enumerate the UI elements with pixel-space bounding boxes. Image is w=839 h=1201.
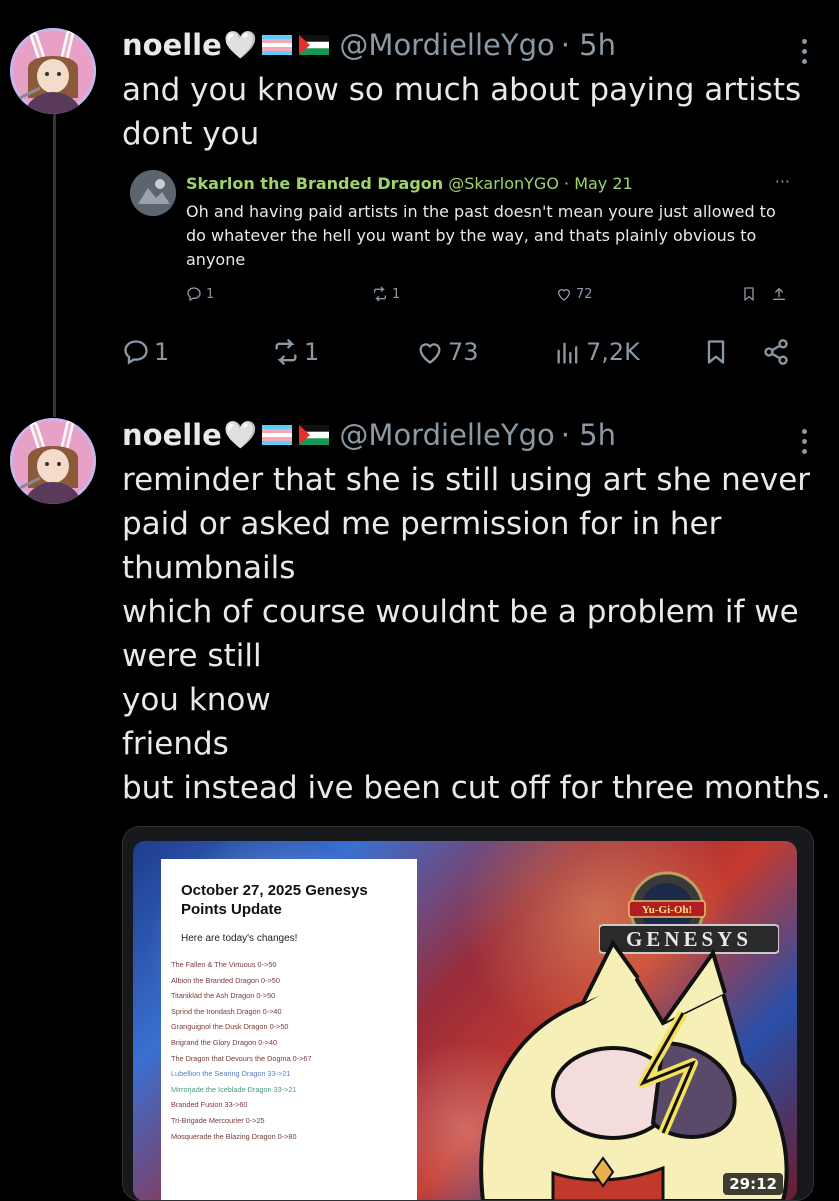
share-icon — [762, 338, 790, 366]
post-time[interactable]: · 5h — [561, 418, 616, 452]
quoted-author-name: Skarlon the Branded Dragon — [186, 174, 444, 193]
quoted-author-handle: @SkarlonYGO — [448, 174, 559, 193]
notice-item: Titaniklad the Ash Dragon 0->50 — [171, 991, 276, 1001]
video-duration: 29:12 — [723, 1173, 783, 1195]
bookmark-icon — [741, 286, 757, 302]
quoted-repost-button[interactable]: 1 — [372, 286, 400, 302]
notice-item: Albion the Branded Dragon 0->50 — [171, 975, 280, 985]
white-heart-emoji: 🤍 — [223, 30, 258, 61]
post-text-line: paid or asked me permission for in her — [122, 506, 722, 542]
avatar-image — [10, 28, 96, 114]
trans-flag-icon — [260, 35, 294, 55]
notice-title-line: October 27, 2025 Genesys — [181, 882, 368, 899]
like-icon — [556, 286, 572, 302]
bookmark-button[interactable] — [702, 338, 730, 366]
logo-top-text: Yu-Gi-Oh! — [642, 904, 692, 916]
quoted-text: Oh and having paid artists in the past d… — [186, 200, 786, 272]
palestine-flag-icon — [297, 35, 331, 55]
notice-item: Lubellion the Searing Dragon 33->21 — [171, 1069, 291, 1079]
bookmark-icon — [702, 338, 730, 366]
repost-count: 1 — [304, 338, 320, 366]
quoted-more-icon[interactable]: ··· — [775, 172, 790, 191]
quoted-text-line: anyone — [186, 250, 246, 269]
post-text-line: dont you — [122, 116, 260, 152]
notice-subtitle: Here are today's changes! — [181, 933, 298, 944]
notice-item: The Fallen & The Virtuous 0->50 — [171, 960, 277, 969]
post-text-line: you know — [122, 682, 271, 718]
notice-item: Branded Fusion 33->60 — [171, 1100, 248, 1110]
like-count: 73 — [448, 338, 479, 366]
avatar[interactable] — [10, 418, 96, 504]
notice-item: Granguignol the Dusk Dragon 0->50 — [171, 1022, 289, 1032]
quoted-reply-button[interactable]: 1 — [186, 286, 214, 302]
notice-item: Tri-Brigade Mercourier 0->25 — [171, 1115, 265, 1125]
post-text-line: friends — [122, 726, 229, 762]
views-button[interactable]: 7,2K — [554, 338, 640, 366]
post-time[interactable]: · 5h — [561, 28, 616, 62]
quoted-post[interactable]: Skarlon the Branded Dragon @SkarlonYGO ·… — [122, 158, 802, 323]
quoted-like-count: 72 — [576, 286, 593, 302]
repost-icon — [272, 338, 300, 366]
repost-button[interactable]: 1 — [272, 338, 319, 366]
notice-title: October 27, 2025 Genesys Points Update — [181, 881, 368, 919]
quoted-text-line: Oh and having paid artists in the past d… — [186, 202, 776, 221]
post-actions: 1 1 73 7,2K — [122, 338, 802, 378]
quoted-bookmark-button[interactable] — [741, 286, 757, 302]
more-icon[interactable] — [802, 424, 807, 459]
quoted-avatar[interactable] — [130, 170, 176, 216]
reply-icon — [186, 286, 202, 302]
quoted-avatar-image — [130, 170, 176, 216]
quoted-repost-count: 1 — [392, 286, 401, 302]
avatar[interactable] — [10, 28, 96, 114]
repost-icon — [372, 286, 388, 302]
views-icon — [554, 338, 582, 366]
notice-item: Sprind the Irondash Dragon 0->40 — [171, 1006, 282, 1016]
points-update-notice: October 27, 2025 Genesys Points Update H… — [161, 859, 417, 1200]
post-header: noelle 🤍 @MordielleYgo · 5h — [122, 418, 616, 452]
trans-flag-icon — [260, 425, 294, 445]
white-heart-emoji: 🤍 — [223, 420, 258, 451]
notice-title-line: Points Update — [181, 901, 282, 918]
reply-button[interactable]: 1 — [122, 338, 169, 366]
post-header: noelle 🤍 @MordielleYgo · 5h — [122, 28, 616, 62]
video-card[interactable]: October 27, 2025 Genesys Points Update H… — [122, 826, 814, 1201]
quoted-time: · May 21 — [564, 174, 633, 193]
more-icon[interactable] — [802, 34, 807, 69]
notice-list: The Fallen & The Virtuous 0->50 Albion t… — [171, 957, 312, 1144]
author-handle[interactable]: @MordielleYgo — [339, 28, 554, 62]
thread-line — [53, 112, 56, 417]
mascot-drawing — [479, 939, 789, 1200]
quoted-like-button[interactable]: 72 — [556, 286, 593, 302]
like-button[interactable]: 73 — [416, 338, 479, 366]
post-text-line: but instead ive been cut off for three m… — [122, 770, 831, 806]
share-button[interactable] — [762, 338, 790, 366]
author-name[interactable]: noelle — [122, 418, 222, 452]
post-text-line: were still — [122, 638, 262, 674]
reply-icon — [122, 338, 150, 366]
post-text: and you know so much about paying artist… — [122, 68, 801, 156]
quoted-text-line: do whatever the hell you want by the way… — [186, 226, 757, 245]
palestine-flag-icon — [297, 425, 331, 445]
post-text-line: reminder that she is still using art she… — [122, 462, 811, 498]
author-name[interactable]: noelle — [122, 28, 222, 62]
views-count: 7,2K — [586, 338, 640, 366]
reply-count: 1 — [154, 338, 170, 366]
post-text-line: which of course wouldnt be a problem if … — [122, 594, 799, 630]
notice-item: Mosquerade the Blazing Dragon 0->80 — [171, 1131, 297, 1141]
quoted-share-button[interactable] — [771, 286, 787, 302]
author-handle[interactable]: @MordielleYgo — [339, 418, 554, 452]
quoted-reply-count: 1 — [206, 286, 215, 302]
notice-item: Mirrorjade the Iceblade Dragon 33->21 — [171, 1084, 297, 1094]
post-text-line: thumbnails — [122, 550, 296, 586]
notice-item: Brigrand the Glory Dragon 0->40 — [171, 1037, 278, 1047]
like-icon — [416, 338, 444, 366]
post-text-line: and you know so much about paying artist… — [122, 72, 802, 108]
avatar-image — [10, 418, 96, 504]
notice-item: The Dragon that Devours the Dogma 0->67 — [171, 1053, 312, 1063]
post-text: reminder that she is still using art she… — [122, 458, 831, 810]
quoted-header: Skarlon the Branded Dragon @SkarlonYGO ·… — [186, 174, 633, 193]
video-thumbnail[interactable]: October 27, 2025 Genesys Points Update H… — [133, 841, 797, 1200]
share-icon — [771, 286, 787, 302]
